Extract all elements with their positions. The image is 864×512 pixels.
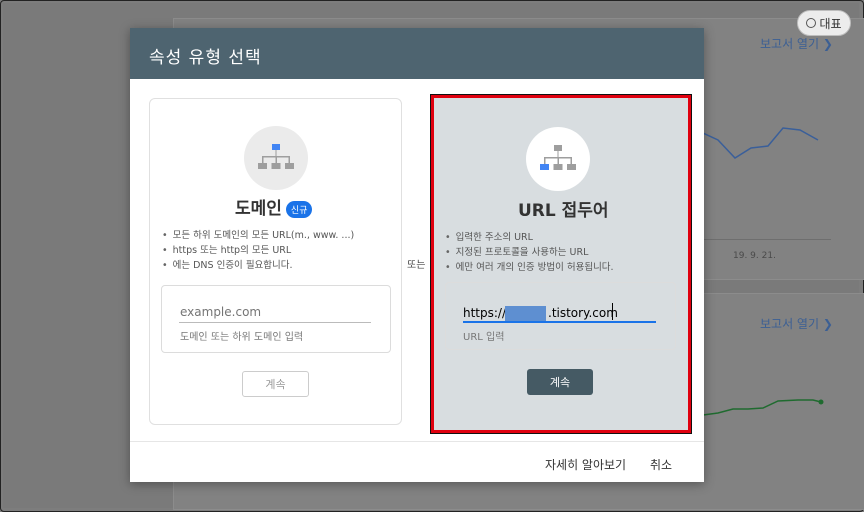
domain-field-box: 도메인 또는 하위 도메인 입력 <box>161 285 391 353</box>
domain-input-underline <box>179 322 371 323</box>
domain-title-text: 도메인 <box>235 199 282 219</box>
list-item: 에만 여러 개의 인증 방법이 허용됩니다. <box>445 260 614 275</box>
url-helper-text: URL 입력 <box>463 332 505 343</box>
new-badge: 신규 <box>285 200 313 218</box>
property-type-dialog: 속성 유형 선택 도메인신규 모든 하위 도메인의 모든 URL(m., www… <box>130 28 704 482</box>
redacted-blog-name <box>505 306 546 321</box>
domain-title: 도메인 신규 <box>235 194 313 219</box>
or-label: 또는 <box>407 260 426 271</box>
report-link-bottom[interactable]: 보고서 열기 ❯ <box>760 315 833 332</box>
cancel-button[interactable]: 취소 <box>650 456 672 473</box>
url-sitemap-icon <box>526 127 590 191</box>
url-input-underline <box>463 321 656 323</box>
list-item: 모든 하위 도메인의 모든 URL(m., www. ...) <box>162 228 355 243</box>
learn-more-link[interactable]: 자세히 알아보기 <box>545 456 626 473</box>
list-item: 지정된 프로토콜을 사용하는 URL <box>445 245 614 260</box>
chart-axis <box>703 239 831 240</box>
text-caret <box>612 303 613 320</box>
domain-option-card[interactable]: 도메인신규 모든 하위 도메인의 모든 URL(m., www. ...) ht… <box>149 98 402 425</box>
list-item: 입력한 주소의 URL <box>445 230 614 245</box>
primary-badge[interactable]: 대표 <box>797 10 851 36</box>
background-line-chart <box>703 127 819 159</box>
url-prefix-feature-list: 입력한 주소의 URL 지정된 프로토콜을 사용하는 URL 에만 여러 개의 … <box>445 230 614 275</box>
domain-helper-text: 도메인 또는 하위 도메인 입력 <box>180 332 304 343</box>
domain-sitemap-icon <box>244 126 308 190</box>
url-input-prefix[interactable]: https:// <box>463 306 506 320</box>
chart-date-tick: 19. 9. 21. <box>733 251 776 261</box>
url-prefix-title: URL 접두어 <box>518 201 609 221</box>
domain-feature-list: 모든 하위 도메인의 모든 URL(m., www. ...) https 또는… <box>162 228 355 273</box>
badge-label: 대표 <box>819 16 842 31</box>
url-continue-button[interactable]: 계속 <box>527 369 593 395</box>
url-input-suffix[interactable]: .tistory.com <box>548 306 618 320</box>
dialog-header: 속성 유형 선택 <box>130 28 704 79</box>
report-link-top[interactable]: 보고서 열기 ❯ <box>760 35 833 52</box>
domain-continue-button[interactable]: 계속 <box>242 371 309 397</box>
list-item: https 또는 http의 모든 URL <box>162 243 354 258</box>
dialog-title: 속성 유형 선택 <box>149 48 262 68</box>
background-green-chart <box>703 399 824 416</box>
list-item: 에는 DNS 인증이 필요합니다. <box>162 258 354 273</box>
circle-icon <box>806 18 817 28</box>
footer-divider <box>130 441 704 442</box>
url-prefix-option-card[interactable]: URL 접두어 입력한 주소의 URL 지정된 프로토콜을 사용하는 URL 에… <box>430 94 692 434</box>
domain-input[interactable] <box>180 305 370 319</box>
